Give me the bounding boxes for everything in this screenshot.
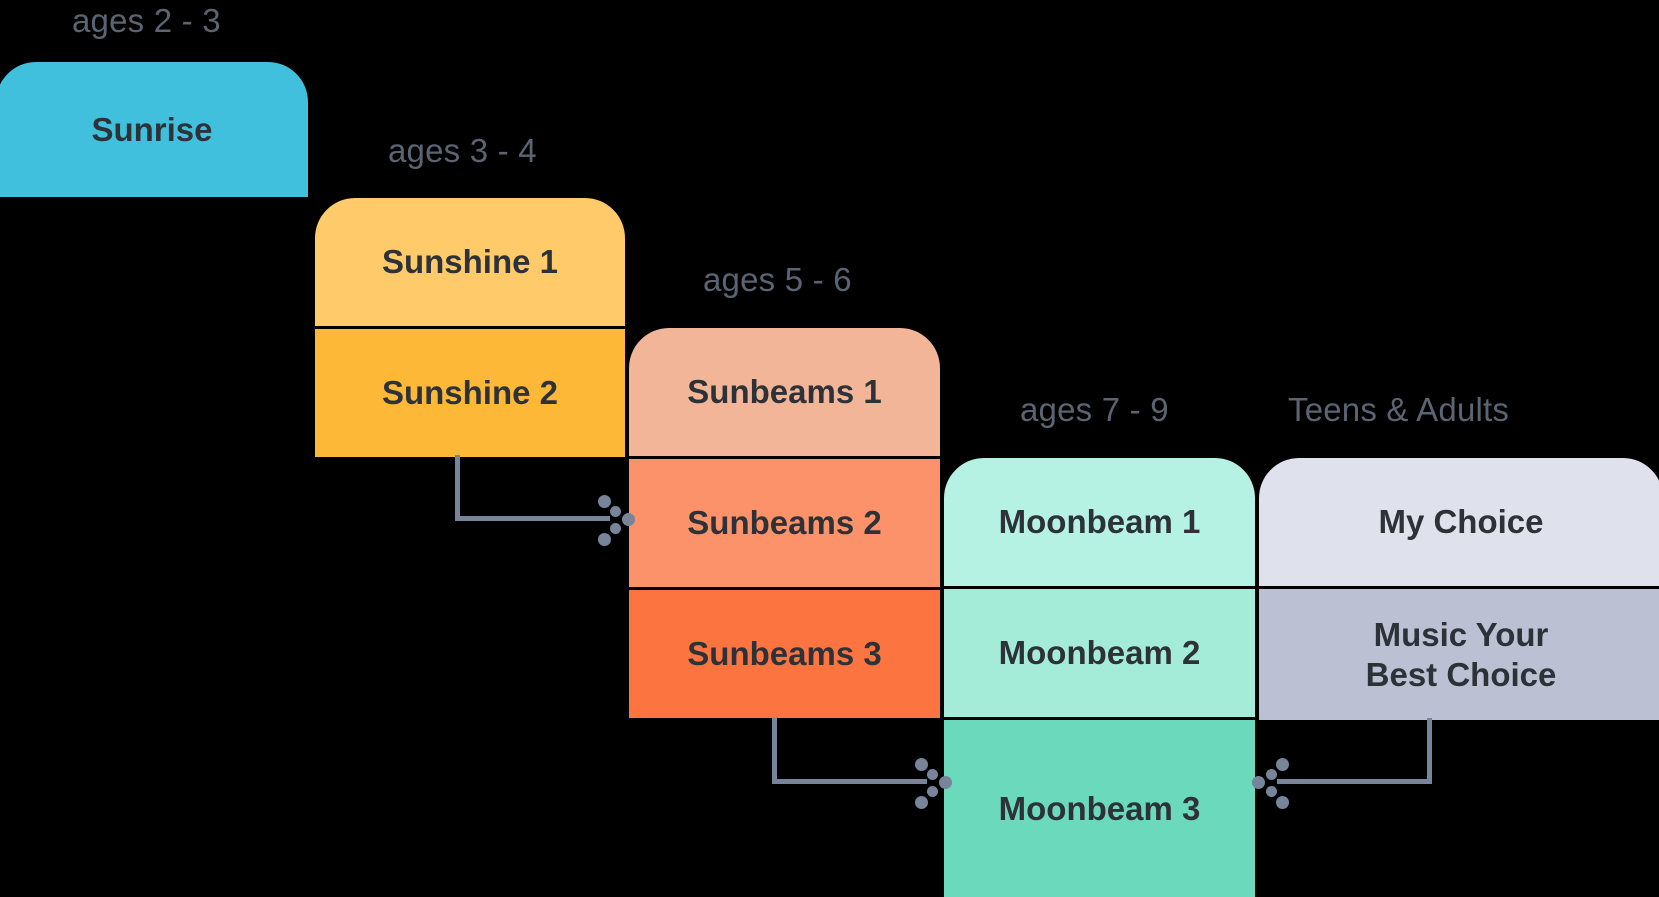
connector-horizontal-segment (1277, 779, 1432, 784)
level-sunbeams-2[interactable]: Sunbeams 2 (629, 459, 940, 590)
arrowhead-dot (1266, 786, 1277, 797)
arrowhead-dot (1276, 796, 1289, 809)
arrowhead-dot (915, 758, 928, 771)
connector-musicyourbestchoice-to-moonbeam3 (1252, 718, 1432, 809)
column-moonbeam: Moonbeam 1 Moonbeam 2 Moonbeam 3 (944, 458, 1255, 897)
connector-horizontal-segment (772, 779, 927, 784)
level-sunbeams-1[interactable]: Sunbeams 1 (629, 328, 940, 459)
arrowhead-dot (927, 769, 938, 780)
arrowhead-dot (622, 513, 635, 526)
column-header-teens-adults: Teens & Adults (1288, 391, 1510, 428)
level-sunshine-2[interactable]: Sunshine 2 (315, 329, 625, 457)
column-header-sunshine: ages 3 - 4 (388, 132, 537, 169)
arrowhead-dot (915, 796, 928, 809)
connector-vertical-segment (772, 718, 777, 784)
column-sunrise: Sunrise (0, 62, 308, 197)
column-sunbeams: Sunbeams 1 Sunbeams 2 Sunbeams 3 (629, 328, 940, 718)
column-header-sunbeams: ages 5 - 6 (703, 261, 852, 298)
connector-sunbeams3-to-moonbeam3 (772, 718, 952, 809)
level-my-choice[interactable]: My Choice (1259, 458, 1659, 589)
level-music-your-best-choice[interactable]: Music Your Best Choice (1259, 589, 1659, 720)
connector-sunshine2-to-sunbeams2 (455, 455, 635, 546)
arrowhead-dot (1252, 776, 1265, 789)
connector-horizontal-segment (455, 516, 610, 521)
arrowhead-dot (598, 495, 611, 508)
arrowhead-dot (1276, 758, 1289, 771)
arrowhead-dot (939, 776, 952, 789)
level-moonbeam-1[interactable]: Moonbeam 1 (944, 458, 1255, 589)
level-sunshine-1[interactable]: Sunshine 1 (315, 198, 625, 329)
column-teens-adults: My Choice Music Your Best Choice (1259, 458, 1659, 720)
column-sunshine: Sunshine 1 Sunshine 2 (315, 198, 625, 457)
arrowhead-dot (610, 523, 621, 534)
level-sunrise[interactable]: Sunrise (0, 62, 308, 197)
column-header-moonbeam: ages 7 - 9 (1020, 391, 1169, 428)
arrowhead-dot (1266, 769, 1277, 780)
arrowhead-dot (927, 786, 938, 797)
column-header-sunrise: ages 2 - 3 (72, 2, 221, 39)
level-sunbeams-3[interactable]: Sunbeams 3 (629, 590, 940, 718)
arrowhead-dot (598, 533, 611, 546)
level-moonbeam-3[interactable]: Moonbeam 3 (944, 720, 1255, 897)
progression-diagram: ages 2 - 3 ages 3 - 4 ages 5 - 6 ages 7 … (0, 0, 1659, 897)
connector-vertical-segment (1427, 718, 1432, 784)
level-moonbeam-2[interactable]: Moonbeam 2 (944, 589, 1255, 720)
connector-vertical-segment (455, 455, 460, 521)
arrowhead-dot (610, 506, 621, 517)
